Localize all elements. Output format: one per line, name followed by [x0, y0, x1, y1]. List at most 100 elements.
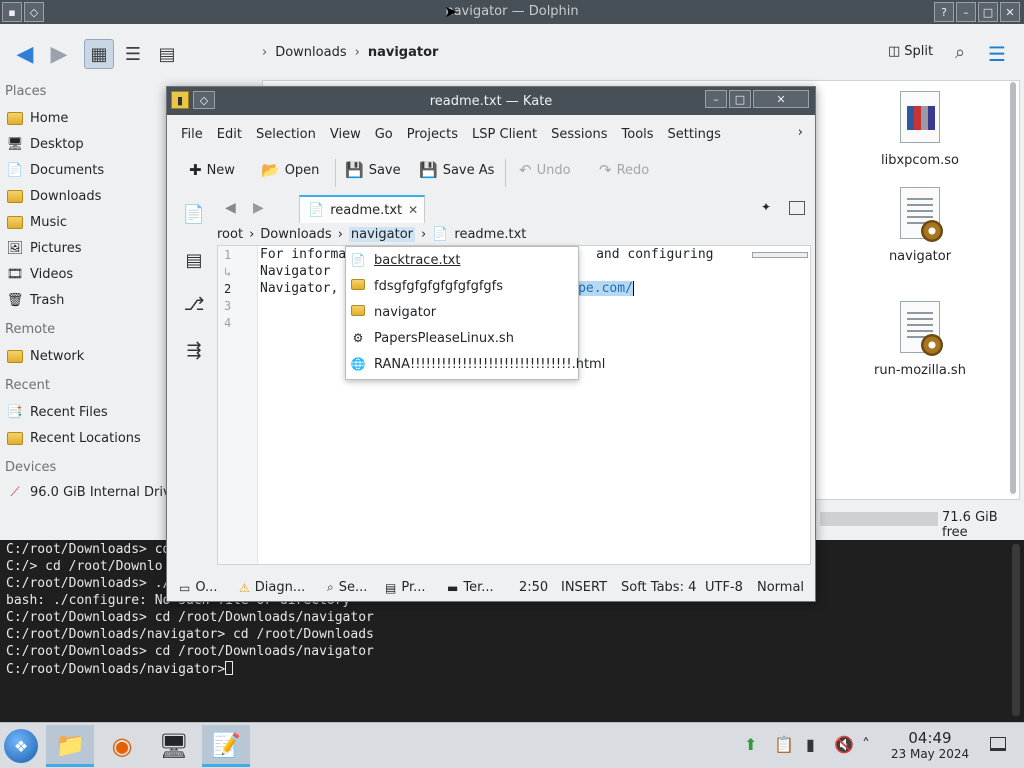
place-pictures[interactable]: 🖼 Pictures — [6, 239, 82, 257]
place-recent-locations[interactable]: Recent Locations — [6, 429, 141, 447]
undo-button[interactable]: ↶ Undo — [519, 161, 571, 179]
place-documents[interactable]: 📄 Documents — [6, 161, 104, 179]
breadcrumb-item-navigator[interactable]: navigator — [368, 45, 439, 60]
menu-lsp-client[interactable]: LSP Client — [465, 127, 544, 142]
tab-pin-icon[interactable]: ✦ — [761, 200, 771, 214]
battery-icon[interactable]: ▮ — [806, 735, 815, 754]
diagnostics-panel-button[interactable]: ⚠ Diagn... — [239, 580, 305, 595]
place-music[interactable]: Music — [6, 213, 67, 231]
new-button[interactable]: ✚ New — [189, 161, 235, 179]
terminal-panel-button[interactable]: ▬ Ter... — [447, 580, 494, 595]
search-panel-button[interactable]: ⌕ Se... — [327, 580, 367, 595]
volume-muted-icon[interactable]: 🔇 — [834, 735, 854, 754]
completion-item[interactable]: fdsgfgfgfgfgfgfgfgfs — [350, 275, 503, 297]
task-firefox[interactable]: ◉ — [98, 725, 146, 767]
breadcrumb-readme[interactable]: readme.txt — [454, 227, 526, 242]
clock[interactable]: 04:49 23 May 2024 — [890, 729, 970, 761]
menu-edit[interactable]: Edit — [210, 127, 249, 142]
forward-arrow-icon[interactable]: ▶ — [44, 40, 74, 68]
place-desktop[interactable]: 🖥 Desktop — [6, 135, 84, 153]
menu-overflow-chevron-icon[interactable]: › — [798, 125, 803, 140]
close-icon[interactable]: ✕ — [753, 90, 809, 108]
split-button[interactable]: ◫ Split — [888, 44, 933, 59]
completion-item[interactable]: 📄 backtrace.txt — [350, 249, 461, 271]
task-kate[interactable]: 📝 — [202, 725, 250, 767]
input-mode[interactable]: INSERT — [561, 580, 607, 595]
clipboard-icon[interactable]: 📋 — [774, 735, 794, 754]
breadcrumb-separator: › — [249, 226, 255, 242]
save-as-button[interactable]: 💾 Save As — [419, 161, 494, 179]
file-libxpcom[interactable]: libxpcom.so — [865, 91, 975, 168]
menu-view[interactable]: View — [323, 127, 368, 142]
menu-selection[interactable]: Selection — [249, 127, 323, 142]
menu-file[interactable]: File — [167, 127, 210, 142]
file-navigator[interactable]: navigator — [865, 187, 975, 264]
place-recent-files[interactable]: 📑 Recent Files — [6, 403, 108, 421]
menu-projects[interactable]: Projects — [400, 127, 465, 142]
close-icon[interactable]: ✕ — [1000, 2, 1020, 22]
tab-back-icon[interactable]: ◀ — [225, 200, 236, 216]
update-notifier-icon[interactable]: ⬆ — [744, 735, 757, 754]
split-view-icon[interactable] — [789, 201, 805, 215]
documents-panel-icon[interactable]: 📄 — [179, 199, 209, 229]
projects-panel-button[interactable]: ▤ Pr... — [385, 580, 426, 595]
dolphin-titlebar[interactable]: ▪ ◇ navigator — Dolphin ? – □ ✕ — [0, 0, 1024, 24]
tab-close-icon[interactable]: ✕ — [408, 203, 418, 217]
cursor-position[interactable]: 2:50 — [519, 580, 548, 595]
tab-forward-icon[interactable]: ▶ — [253, 200, 264, 216]
completion-item[interactable]: navigator — [350, 301, 436, 323]
menu-settings[interactable]: Settings — [661, 127, 728, 142]
place-videos[interactable]: 🎞 Videos — [6, 265, 73, 283]
compact-view-button[interactable]: ☰ — [118, 39, 148, 69]
minimize-icon[interactable]: – — [705, 90, 727, 108]
place-internal-drive[interactable]: ⟋ 96.0 GiB Internal Drive — [6, 483, 178, 501]
place-network[interactable]: Network — [6, 347, 84, 365]
maximize-icon[interactable]: □ — [978, 2, 998, 22]
menu-tools[interactable]: Tools — [615, 127, 661, 142]
maximize-icon[interactable]: □ — [729, 90, 751, 108]
terminal-line: C:/root/Downloads> ./ — [6, 576, 171, 591]
indentation-setting[interactable]: Soft Tabs: 4 — [621, 580, 696, 595]
encoding-setting[interactable]: UTF-8 — [705, 580, 743, 595]
completion-item[interactable]: 🌐 RANA!!!!!!!!!!!!!!!!!!!!!!!!!!!!!!!.htm… — [350, 353, 606, 375]
completion-item[interactable]: ⚙ PapersPleaseLinux.sh — [350, 327, 514, 349]
details-view-button[interactable]: ▤ — [152, 39, 182, 69]
redo-button[interactable]: ↷ Redo — [599, 161, 649, 179]
git-panel-icon[interactable]: ⎇ — [179, 289, 209, 319]
tab-readme[interactable]: 📄 readme.txt ✕ — [299, 195, 425, 223]
terminal-scrollbar[interactable] — [1012, 544, 1020, 716]
show-desktop-icon[interactable] — [990, 737, 1006, 751]
save-button[interactable]: 💾 Save — [345, 161, 401, 179]
back-arrow-icon[interactable]: ◀ — [10, 40, 40, 68]
start-menu-icon[interactable]: ❖ — [4, 729, 38, 763]
place-downloads[interactable]: Downloads — [6, 187, 101, 205]
tray-expand-chevron-icon[interactable]: ˄ — [862, 735, 870, 754]
file-view-scrollbar[interactable] — [1010, 82, 1018, 494]
breadcrumb-downloads[interactable]: Downloads — [260, 227, 331, 242]
dolphin-title: navigator — Dolphin — [445, 4, 579, 19]
kate-titlebar[interactable]: ▮ ◇ readme.txt — Kate – □ ✕ — [167, 87, 815, 115]
syntax-mode[interactable]: Normal — [757, 580, 804, 595]
symbols-panel-icon[interactable]: ▤ — [179, 245, 209, 275]
terminal-prompt-line[interactable]: C:/root/Downloads/navigator> — [6, 661, 234, 677]
minimap[interactable] — [752, 252, 808, 258]
task-dolphin[interactable]: 📁 — [46, 725, 94, 767]
file-run-mozilla[interactable]: run-mozilla.sh — [865, 301, 975, 378]
menu-go[interactable]: Go — [368, 127, 400, 142]
hamburger-menu-icon[interactable]: ☰ — [988, 42, 1006, 66]
place-trash[interactable]: 🗑 Trash — [6, 291, 65, 309]
place-home[interactable]: Home — [6, 109, 68, 127]
breadcrumb-navigator[interactable]: navigator — [348, 226, 416, 242]
projects-panel-icon[interactable]: ⇶ — [179, 335, 209, 365]
task-system-settings[interactable]: 🖥 — [150, 725, 198, 767]
help-icon[interactable]: ? — [934, 2, 954, 22]
open-button[interactable]: 📂 Open — [261, 161, 319, 179]
icons-view-button[interactable]: ▦ — [84, 39, 114, 69]
breadcrumb-item-downloads[interactable]: Downloads — [275, 45, 346, 60]
output-panel-button[interactable]: ▭ O... — [179, 580, 217, 595]
breadcrumb-root[interactable]: root — [217, 227, 243, 242]
search-icon[interactable]: ⌕ — [955, 42, 965, 63]
minimize-icon[interactable]: – — [956, 2, 976, 22]
menu-sessions[interactable]: Sessions — [544, 127, 614, 142]
places-heading: Places — [5, 84, 47, 99]
